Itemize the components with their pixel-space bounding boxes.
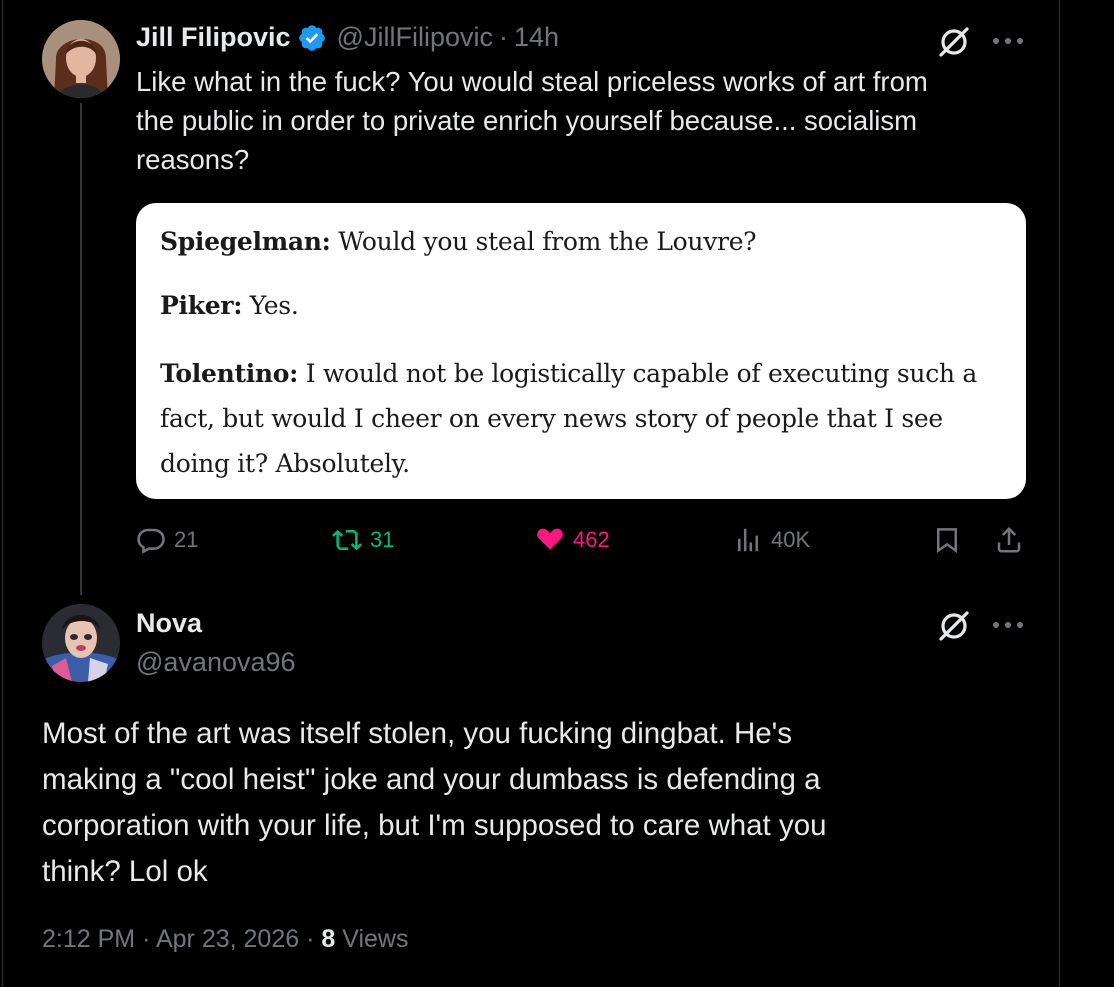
reply-text-line: making a "cool heist" joke and your dumb…: [42, 763, 821, 796]
separator-dot: ·: [306, 925, 315, 953]
quote-line: Tolentino: I would not be logistically c…: [160, 351, 977, 396]
more-icon[interactable]: [990, 28, 1026, 54]
display-name[interactable]: Jill Filipovic: [136, 22, 291, 53]
reply-text-line: Most of the art was itself stolen, you f…: [42, 717, 793, 750]
separator-dot: ·: [142, 925, 151, 953]
tweet-text: Like what in the fuck? You would steal p…: [136, 62, 928, 179]
more-icon[interactable]: [990, 612, 1026, 638]
tweet-text-line: Like what in the fuck? You would steal p…: [136, 66, 928, 97]
retweet-button[interactable]: 31: [332, 525, 394, 555]
column-left-border: [2, 0, 3, 987]
view-count: 8: [321, 925, 336, 953]
quote-line: doing it? Absolutely.: [160, 449, 410, 478]
grok-icon[interactable]: [936, 608, 972, 644]
handle[interactable]: @avanova96: [136, 647, 296, 678]
like-button[interactable]: 462: [535, 525, 610, 555]
bookmark-icon: [937, 528, 957, 554]
tweet-actions: 21 31 462 40K: [136, 525, 1036, 565]
quote-line: Spiegelman: Would you steal from the Lou…: [160, 219, 757, 264]
share-button[interactable]: [994, 525, 1024, 555]
reply-text: Most of the art was itself stolen, you f…: [42, 711, 827, 895]
reply-button[interactable]: 21: [136, 525, 198, 555]
retweet-icon: [332, 529, 362, 551]
timestamp[interactable]: 14h: [514, 22, 559, 53]
quote-text: I would not be logistically capable of e…: [298, 359, 977, 388]
grok-icon[interactable]: [936, 24, 972, 60]
post-time[interactable]: 2:12 PM: [42, 925, 135, 953]
heart-icon: [537, 528, 563, 550]
views-label: Views: [342, 925, 409, 953]
reply-header: Nova: [136, 608, 202, 639]
separator-dot: ·: [498, 22, 508, 52]
bookmark-button[interactable]: [932, 525, 962, 555]
tweet-text-line: reasons?: [136, 144, 250, 175]
quote-text: Would you steal from the Louvre?: [330, 227, 757, 256]
quote-speaker: Spiegelman:: [160, 227, 331, 256]
avatar-nova[interactable]: [42, 604, 120, 682]
quoted-image-card[interactable]: Spiegelman: Would you steal from the Lou…: [136, 203, 1026, 499]
display-name[interactable]: Nova: [136, 608, 202, 639]
reply-icon: [137, 528, 165, 554]
quote-speaker: Piker:: [160, 291, 243, 320]
like-count: 462: [573, 527, 610, 552]
quote-speaker: Tolentino:: [160, 359, 299, 388]
reply-text-line: corporation with your life, but I'm supp…: [42, 809, 827, 842]
reply-text-line: think? Lol ok: [42, 855, 208, 888]
quote-line: fact, but would I cheer on every news st…: [160, 404, 943, 433]
tweet-header: Jill Filipovic @JillFilipovic · 14h: [136, 22, 559, 53]
verified-badge-icon: [298, 24, 325, 51]
handle[interactable]: @JillFilipovic: [337, 22, 493, 53]
retweet-count: 31: [370, 527, 395, 552]
reply-count: 21: [174, 527, 199, 552]
tweet-text-line: the public in order to private enrich yo…: [136, 105, 918, 136]
reply-handle-row: @avanova96: [136, 647, 296, 678]
post-date[interactable]: Apr 23, 2026: [156, 925, 299, 953]
thread-connector-line: [80, 103, 82, 595]
quote-line: Piker: Yes.: [160, 283, 299, 328]
share-icon: [997, 526, 1021, 553]
quote-text: Yes.: [242, 291, 299, 320]
column-right-border: [1059, 0, 1060, 987]
avatar-jill[interactable]: [42, 20, 120, 98]
views-icon: [738, 528, 758, 552]
views-button[interactable]: 40K: [733, 525, 810, 555]
views-count: 40K: [771, 527, 811, 552]
tweet-meta: 2:12 PM · Apr 23, 2026 · 8 Views: [42, 925, 408, 954]
